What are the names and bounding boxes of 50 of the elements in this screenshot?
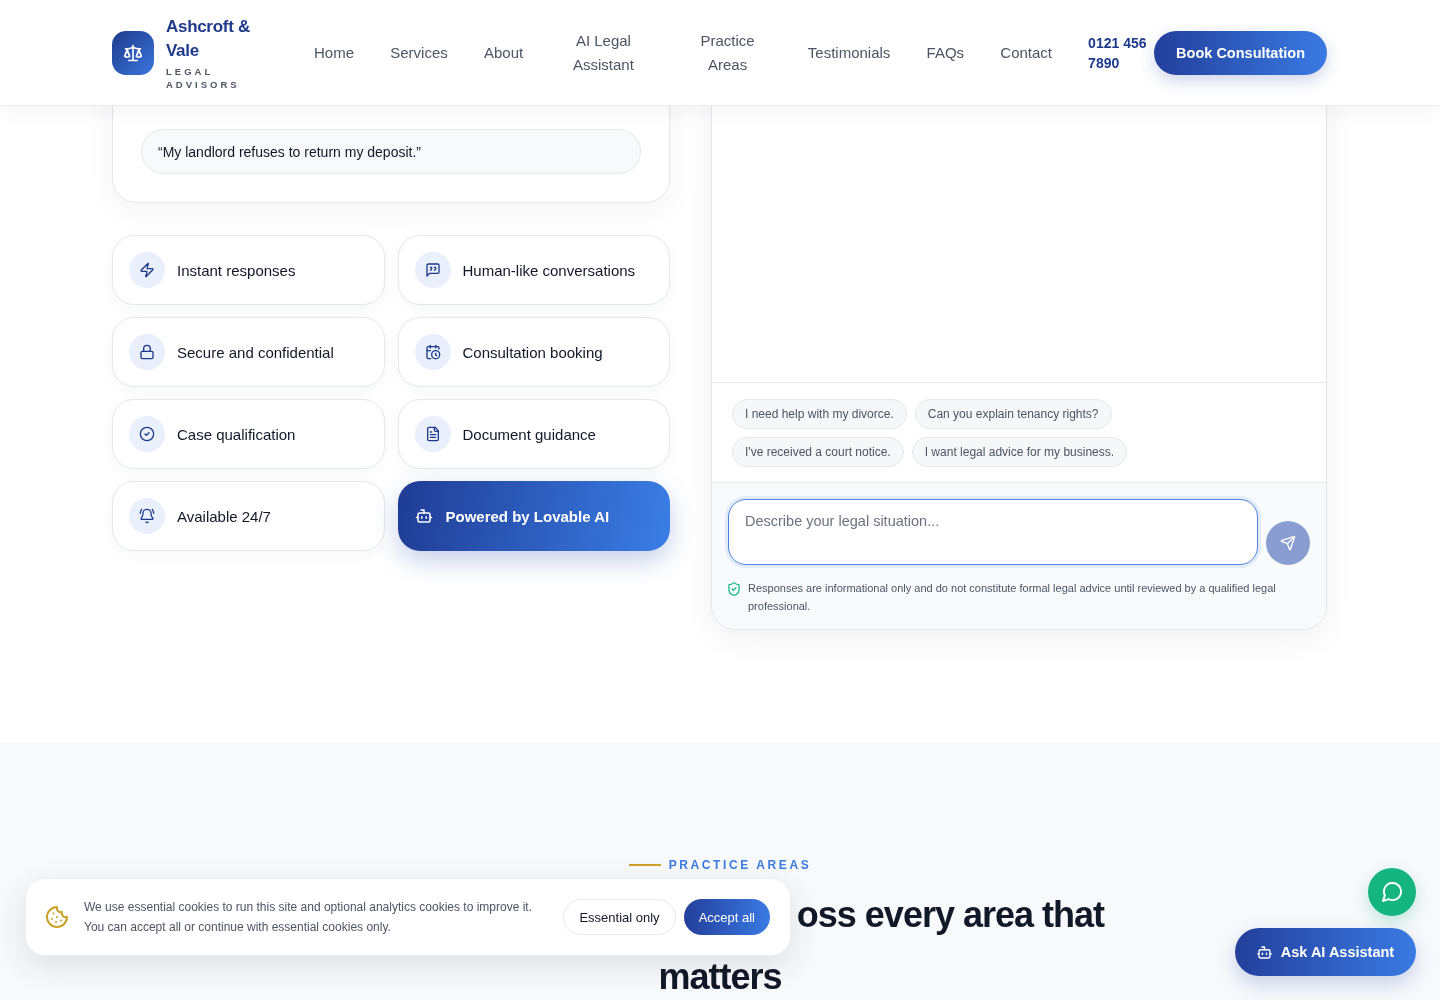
nav-link[interactable]: Practice Areas [683, 28, 772, 77]
feature-label: Consultation booking [462, 343, 603, 361]
lightning-bolt-icon [129, 252, 165, 288]
section-heading: oss every area that [796, 896, 1104, 934]
message-input[interactable]: Describe your legal situation... [728, 499, 1258, 565]
check-circle-icon [129, 416, 165, 452]
eyebrow-line [628, 864, 661, 866]
nav-link[interactable]: Services [390, 40, 448, 65]
chat-bubble-icon [1382, 882, 1402, 902]
suggestion-chip[interactable]: I need help with my divorce. [732, 399, 907, 429]
send-button[interactable] [1266, 521, 1310, 565]
feature-label: Instant responses [177, 261, 296, 279]
nav-link[interactable]: Contact [1000, 40, 1053, 65]
feature-label: Available 24/7 [177, 507, 271, 525]
send-icon [1280, 535, 1296, 551]
suggestion-chip[interactable]: I want legal advice for my business. [911, 437, 1128, 467]
brand-name[interactable]: Ashcroft & Vale [166, 14, 258, 63]
padlock-icon [129, 334, 165, 370]
quote-bubble-icon [414, 252, 451, 288]
phone-link[interactable]: 0121 456 7890 [1088, 32, 1155, 73]
feature-label: Document guidance [462, 425, 596, 443]
feature-label: Powered by Lovable AI [445, 507, 610, 525]
robot-icon [413, 506, 434, 526]
nav-link[interactable]: About [484, 40, 524, 65]
document-icon [414, 416, 451, 452]
brand-tagline: LEGAL ADVISORS [166, 64, 241, 91]
nav-link[interactable]: Testimonials [807, 40, 891, 65]
nav-link[interactable]: FAQs [926, 40, 965, 65]
calendar-clock-icon [414, 334, 451, 370]
suggestion-chip[interactable]: Can you explain tenancy rights? [914, 399, 1112, 429]
nav-link[interactable]: AI Legal Assistant [559, 28, 648, 77]
example-prompt: “My landlord refuses to return my deposit.” [141, 129, 641, 174]
book-consultation-button[interactable]: Book Consultation [1154, 30, 1327, 75]
ask-assistant-button[interactable]: Ask AI Assistant [1235, 928, 1416, 976]
cookie-notice-text: We use essential cookies to run this site and optional analytics cookies to improve it. You can accept all or continue with essential cookies only. [84, 899, 533, 936]
essential-only-button[interactable]: Essential only [563, 899, 676, 935]
feature-label: Human-like conversations [462, 261, 636, 279]
feature-label: Secure and confidential [177, 343, 334, 361]
shield-check-icon [728, 582, 740, 596]
suggestion-chip[interactable]: I've received a court notice. [732, 437, 904, 467]
robot-icon [1256, 945, 1272, 959]
bell-icon [129, 498, 165, 534]
section-eyebrow: PRACTICE AREAS [668, 858, 812, 872]
feature-label: Case qualification [177, 425, 296, 443]
section-heading: matters [658, 958, 782, 996]
disclaimer-text: Responses are informational only and do not constitute formal legal advice until reviewed by a qualified legal professional. [748, 581, 1277, 614]
cookie-icon [46, 906, 68, 928]
accept-all-button[interactable]: Accept all [683, 899, 770, 935]
nav-link[interactable]: Home [314, 40, 354, 65]
scales-logo-icon[interactable] [112, 30, 154, 75]
